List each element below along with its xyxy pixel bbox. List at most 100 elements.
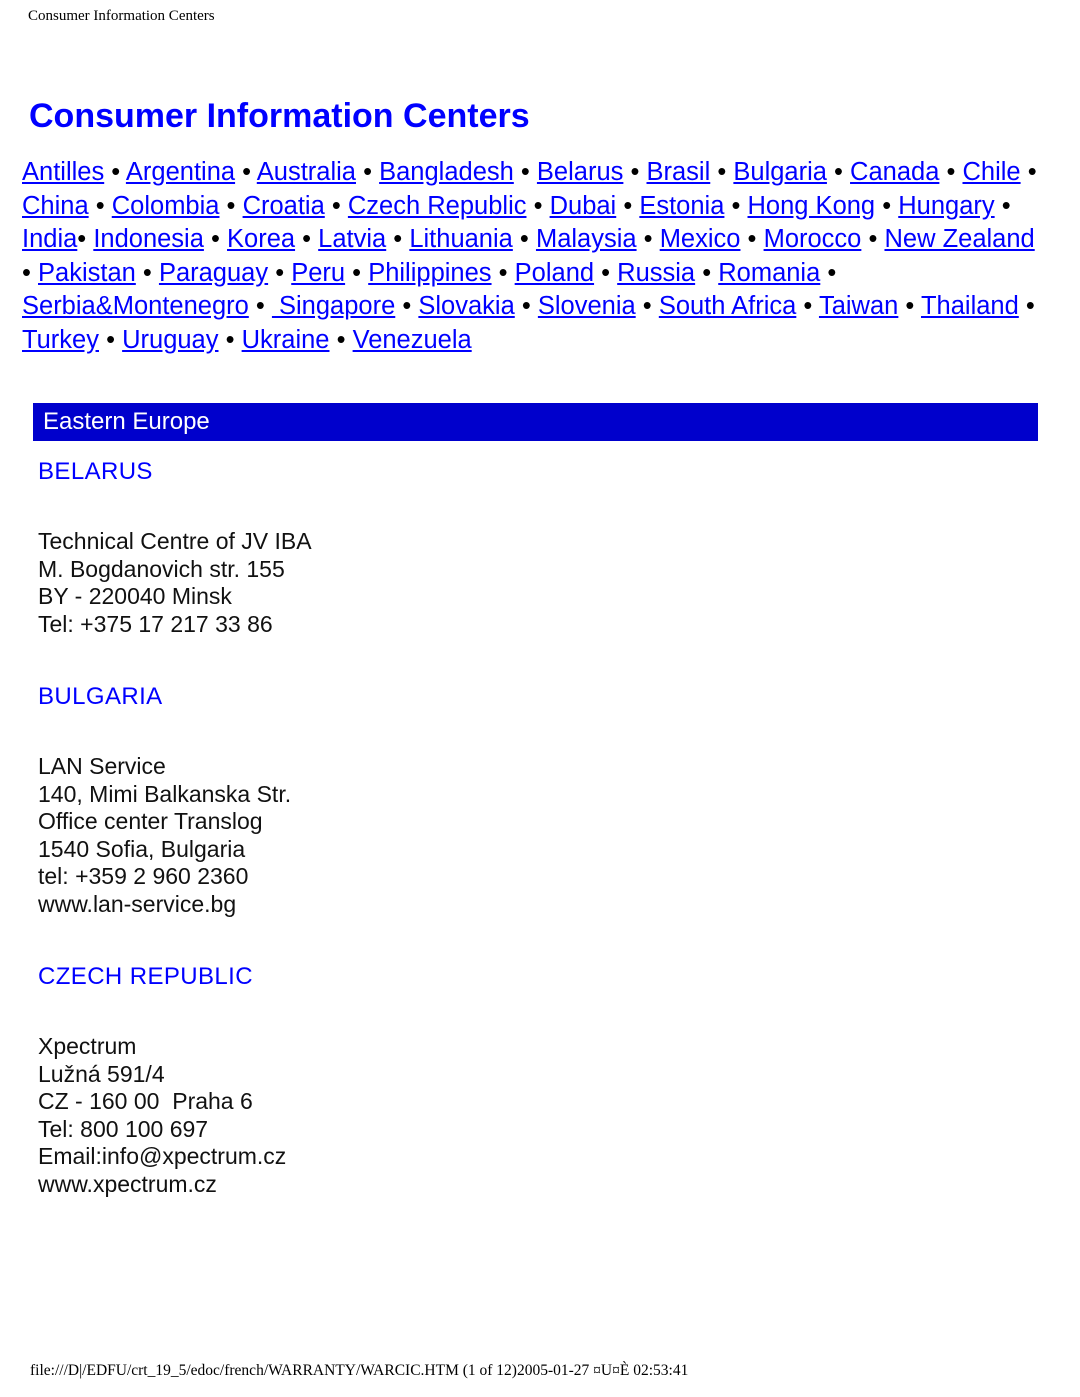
index-link-south-africa[interactable]: South Africa	[659, 292, 797, 320]
index-separator: •	[491, 258, 515, 287]
index-link-malaysia[interactable]: Malaysia	[536, 225, 637, 253]
index-separator: •	[295, 225, 319, 253]
index-separator: •	[268, 258, 292, 287]
address-line: Tel: 800 100 697	[38, 1115, 209, 1142]
index-separator: •	[875, 191, 899, 220]
index-link-turkey[interactable]: Turkey	[22, 326, 99, 354]
index-link-belarus[interactable]: Belarus	[537, 158, 623, 186]
index-link-slovenia[interactable]: Slovenia	[538, 292, 636, 320]
address-line: Xpectrum	[38, 1033, 137, 1059]
index-link-romania[interactable]: Romania	[718, 259, 820, 287]
index-link-korea[interactable]: Korea	[227, 225, 295, 253]
index-link-colombia[interactable]: Colombia	[112, 192, 220, 220]
index-link-czech-republic[interactable]: Czech Republic	[348, 192, 527, 220]
region-banner-label: Eastern Europe	[43, 408, 210, 435]
index-separator: •	[104, 158, 126, 186]
index-link-hungary[interactable]: Hungary	[898, 192, 994, 220]
index-separator: •	[994, 191, 1011, 220]
index-separator: •	[636, 225, 660, 253]
address-line: Lužná 591/4	[38, 1060, 165, 1087]
address-line: Tel: +375 17 217 33 86	[38, 610, 273, 637]
index-link-chile[interactable]: Chile	[962, 158, 1020, 186]
index-link-paraguay[interactable]: Paraguay	[159, 259, 268, 287]
index-separator: •	[861, 225, 885, 253]
index-link-latvia[interactable]: Latvia	[318, 225, 386, 253]
index-link-pakistan[interactable]: Pakistan	[38, 259, 136, 287]
country-heading: BELARUS	[38, 458, 153, 485]
address-line: 1540 Sofia, Bulgaria	[38, 835, 246, 862]
index-separator: •	[826, 158, 851, 186]
country-heading: BULGARIA	[38, 683, 163, 710]
index-link-brasil[interactable]: Brasil	[647, 158, 711, 186]
index-separator: •	[203, 225, 228, 253]
index-link-bangladesh[interactable]: Bangladesh	[379, 158, 514, 186]
index-separator: •	[898, 292, 921, 320]
index-link-morocco[interactable]: Morocco	[764, 225, 862, 253]
index-link-thailand[interactable]: Thailand	[921, 292, 1019, 320]
index-link-antilles[interactable]: Antilles	[22, 158, 104, 186]
index-separator: •	[22, 258, 39, 287]
index-link-india[interactable]: India	[22, 225, 77, 253]
index-separator: •	[356, 158, 380, 186]
index-separator: •	[235, 158, 257, 186]
index-separator: •	[724, 191, 748, 220]
country-block-bulgaria: BULGARIA LAN Service 140, Mimi Balkanska …	[38, 683, 291, 918]
index-separator: •	[512, 225, 536, 253]
country-block-czech: CZECH REPUBLIC Xpectrum Lužná 591/4 CZ - 1…	[38, 963, 286, 1198]
index-link-russia[interactable]: Russia	[617, 259, 695, 287]
index-separator: •	[513, 158, 537, 186]
address-line: M. Bogdanovich str. 155	[38, 555, 285, 582]
index-separator: •	[710, 158, 734, 186]
page-title: Consumer Information Centers	[29, 96, 530, 135]
index-link-australia[interactable]: Australia	[257, 158, 356, 186]
index-link-argentina[interactable]: Argentina	[126, 158, 235, 186]
address-line: BY - 220040 Minsk	[38, 583, 232, 609]
address-line: www.xpectrum.cz	[38, 1170, 217, 1197]
index-link-china[interactable]: China	[22, 192, 89, 220]
index-separator: •	[616, 191, 640, 220]
index-separator: •	[218, 325, 242, 354]
index-link-uruguay[interactable]: Uruguay	[122, 326, 218, 354]
address-line: Technical Centre of JV IBA	[38, 528, 312, 554]
index-link-ukraine[interactable]: Ukraine	[242, 326, 330, 354]
index-separator: •	[796, 292, 819, 320]
index-link-philippines[interactable]: Philippines	[368, 259, 491, 287]
index-separator: •	[219, 191, 243, 220]
index-link-croatia[interactable]: Croatia	[243, 192, 325, 220]
address-line: www.lan-service.bg	[38, 890, 237, 917]
index-separator: •	[623, 158, 647, 186]
index-separator: •	[248, 292, 272, 320]
index-link-taiwan[interactable]: Taiwan	[819, 292, 898, 320]
index-link-venezuela[interactable]: Venezuela	[353, 326, 472, 354]
address-line: Office center Translog	[38, 808, 263, 834]
index-separator: •	[594, 258, 618, 287]
index-link-slovakia[interactable]: Slovakia	[418, 292, 514, 320]
index-link-peru[interactable]: Peru	[291, 259, 345, 287]
address-line: Email:info@xpectrum.cz	[38, 1143, 287, 1169]
index-link-lithuania[interactable]: Lithuania	[409, 225, 513, 253]
index-separator: •	[324, 191, 348, 220]
country-address: Xpectrum Lužná 591/4 CZ - 160 00 Praha 6 Te…	[38, 1033, 286, 1198]
index-link-dubai[interactable]: Dubai	[550, 192, 617, 220]
index-separator: •	[820, 258, 837, 287]
running-header: Consumer Information Centers	[28, 8, 215, 24]
index-separator: •	[77, 225, 94, 253]
index-link-new-zealand[interactable]: New Zealand	[884, 225, 1034, 253]
index-separator: •	[514, 292, 538, 320]
index-link-indonesia[interactable]: Indonesia	[93, 225, 204, 253]
index-separator: •	[395, 292, 419, 320]
country-block-belarus: BELARUS Technical Centre of JV IBA M. Bog…	[38, 458, 312, 638]
country-heading: CZECH REPUBLIC	[38, 963, 253, 990]
index-link-serbia-montenegro[interactable]: Serbia&Montenegro	[22, 292, 249, 320]
index-link-singapore[interactable]: Singapore	[272, 292, 395, 320]
index-link-poland[interactable]: Poland	[515, 259, 594, 287]
index-link-hong-kong[interactable]: Hong Kong	[748, 192, 876, 220]
index-link-bulgaria[interactable]: Bulgaria	[733, 158, 827, 186]
country-address: LAN Service 140, Mimi Balkanska Str. Offic…	[38, 753, 291, 918]
index-separator: •	[1020, 158, 1037, 186]
country-address: Technical Centre of JV IBA M. Bogdanovich…	[38, 528, 312, 638]
index-link-mexico[interactable]: Mexico	[660, 225, 741, 253]
country-index: Antilles • Argentina • Australia • Bangl…	[22, 156, 1050, 357]
index-link-canada[interactable]: Canada	[850, 158, 939, 186]
index-link-estonia[interactable]: Estonia	[639, 192, 724, 220]
